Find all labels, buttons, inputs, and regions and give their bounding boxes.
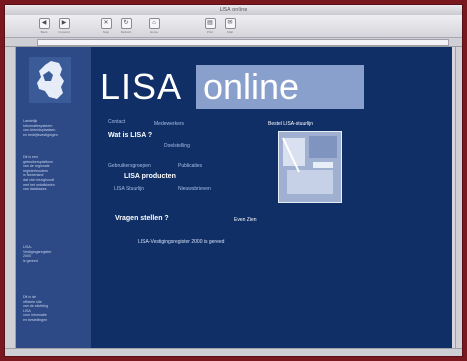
- nav-link-nieuwsbrieven[interactable]: Nieuwsbrieven: [178, 186, 211, 192]
- left-scroll-strip: [5, 47, 16, 350]
- nav-link-doelstelling[interactable]: Doelstelling: [164, 143, 190, 149]
- vertical-scrollbar[interactable]: [455, 47, 462, 350]
- print-button-label: Print: [206, 30, 214, 34]
- nav-link-contact[interactable]: Contact: [108, 119, 125, 125]
- browser-toolbar: ◀ Back ▶ Forward ✕ Stop ↻ Refresh ⌂ Home…: [5, 15, 462, 38]
- home-icon: ⌂: [148, 18, 160, 29]
- netherlands-map-logo-icon: [29, 57, 71, 103]
- sidebar-block-2: Dit is een gebruikersplatform van de reg…: [23, 155, 55, 192]
- sidebar-text: en bedrijfsvestigingen: [23, 132, 58, 137]
- sidebar-text: van databases: [23, 187, 47, 192]
- product-photo-icon: [279, 132, 341, 202]
- nav-link-wat-is-lisa[interactable]: Wat is LISA ?: [108, 132, 152, 139]
- print-icon: ▤: [204, 18, 216, 29]
- stop-icon: ✕: [100, 18, 112, 29]
- page-title-online: online: [203, 66, 300, 107]
- sidebar-text: dat zich bezighoudt: [23, 177, 54, 182]
- home-button[interactable]: ⌂ Home: [145, 18, 163, 35]
- page-sidebar: Landelijk Informatiesysteem van Arbeidsp…: [16, 47, 91, 350]
- nav-link-gebruikersgroepen[interactable]: Gebruikersgroepen: [108, 163, 151, 169]
- refresh-icon: ↻: [120, 18, 132, 29]
- forward-arrow-icon: ▶: [58, 18, 70, 29]
- address-input[interactable]: [37, 39, 449, 46]
- news-announcement[interactable]: LISA-Vestigingsregister 2000 is gereed: [138, 239, 224, 245]
- forward-button[interactable]: ▶ Forward: [55, 18, 73, 35]
- forward-button-label: Forward: [58, 30, 70, 34]
- sidebar-block-3: LISA- Vestigingsregister 2000 is gereed: [23, 245, 51, 263]
- back-arrow-icon: ◀: [38, 18, 50, 29]
- sidebar-text: en bestellingen: [23, 317, 48, 322]
- print-button[interactable]: ▤ Print: [201, 18, 219, 35]
- back-button-label: Back: [40, 30, 48, 34]
- window-title: LISA online: [5, 5, 462, 15]
- nav-link-vragen-stellen[interactable]: Vragen stellen ?: [115, 215, 169, 222]
- nav-link-publicaties[interactable]: Publicaties: [178, 163, 202, 169]
- mail-icon: ✉: [224, 18, 236, 29]
- sidebar-block-1: Landelijk Informatiesysteem van Arbeidsp…: [23, 119, 58, 137]
- back-button[interactable]: ◀ Back: [35, 18, 53, 35]
- page-title-lisa: LISA: [100, 66, 183, 107]
- web-page: Landelijk Informatiesysteem van Arbeidsp…: [16, 47, 452, 350]
- product-thumbnail-image[interactable]: [278, 131, 342, 203]
- nav-link-lisa-producten[interactable]: LISA producten: [124, 173, 176, 180]
- mail-button[interactable]: ✉ Mail: [221, 18, 239, 35]
- nav-link-lisa-stuurlijn[interactable]: LISA Stuurlijn: [114, 186, 144, 192]
- home-button-label: Home: [149, 30, 158, 34]
- address-bar: [5, 38, 462, 47]
- even-zien-label[interactable]: Even Zien: [234, 217, 257, 223]
- nav-link-medewerkers[interactable]: Medewerkers: [154, 121, 184, 127]
- stop-button-label: Stop: [102, 30, 110, 34]
- order-label[interactable]: Bestel LISA-stuurlijn: [268, 121, 313, 127]
- browser-window: LISA online ◀ Back ▶ Forward ✕ Stop ↻ Re…: [4, 4, 463, 357]
- refresh-button-label: Refresh: [120, 30, 132, 34]
- refresh-button[interactable]: ↻ Refresh: [117, 18, 135, 35]
- mail-button-label: Mail: [227, 30, 233, 34]
- status-bar: [5, 348, 462, 356]
- stop-button[interactable]: ✕ Stop: [97, 18, 115, 35]
- sidebar-text: is gereed: [23, 258, 38, 263]
- sidebar-block-4: Dit is de officiele site van de stichtin…: [23, 295, 48, 323]
